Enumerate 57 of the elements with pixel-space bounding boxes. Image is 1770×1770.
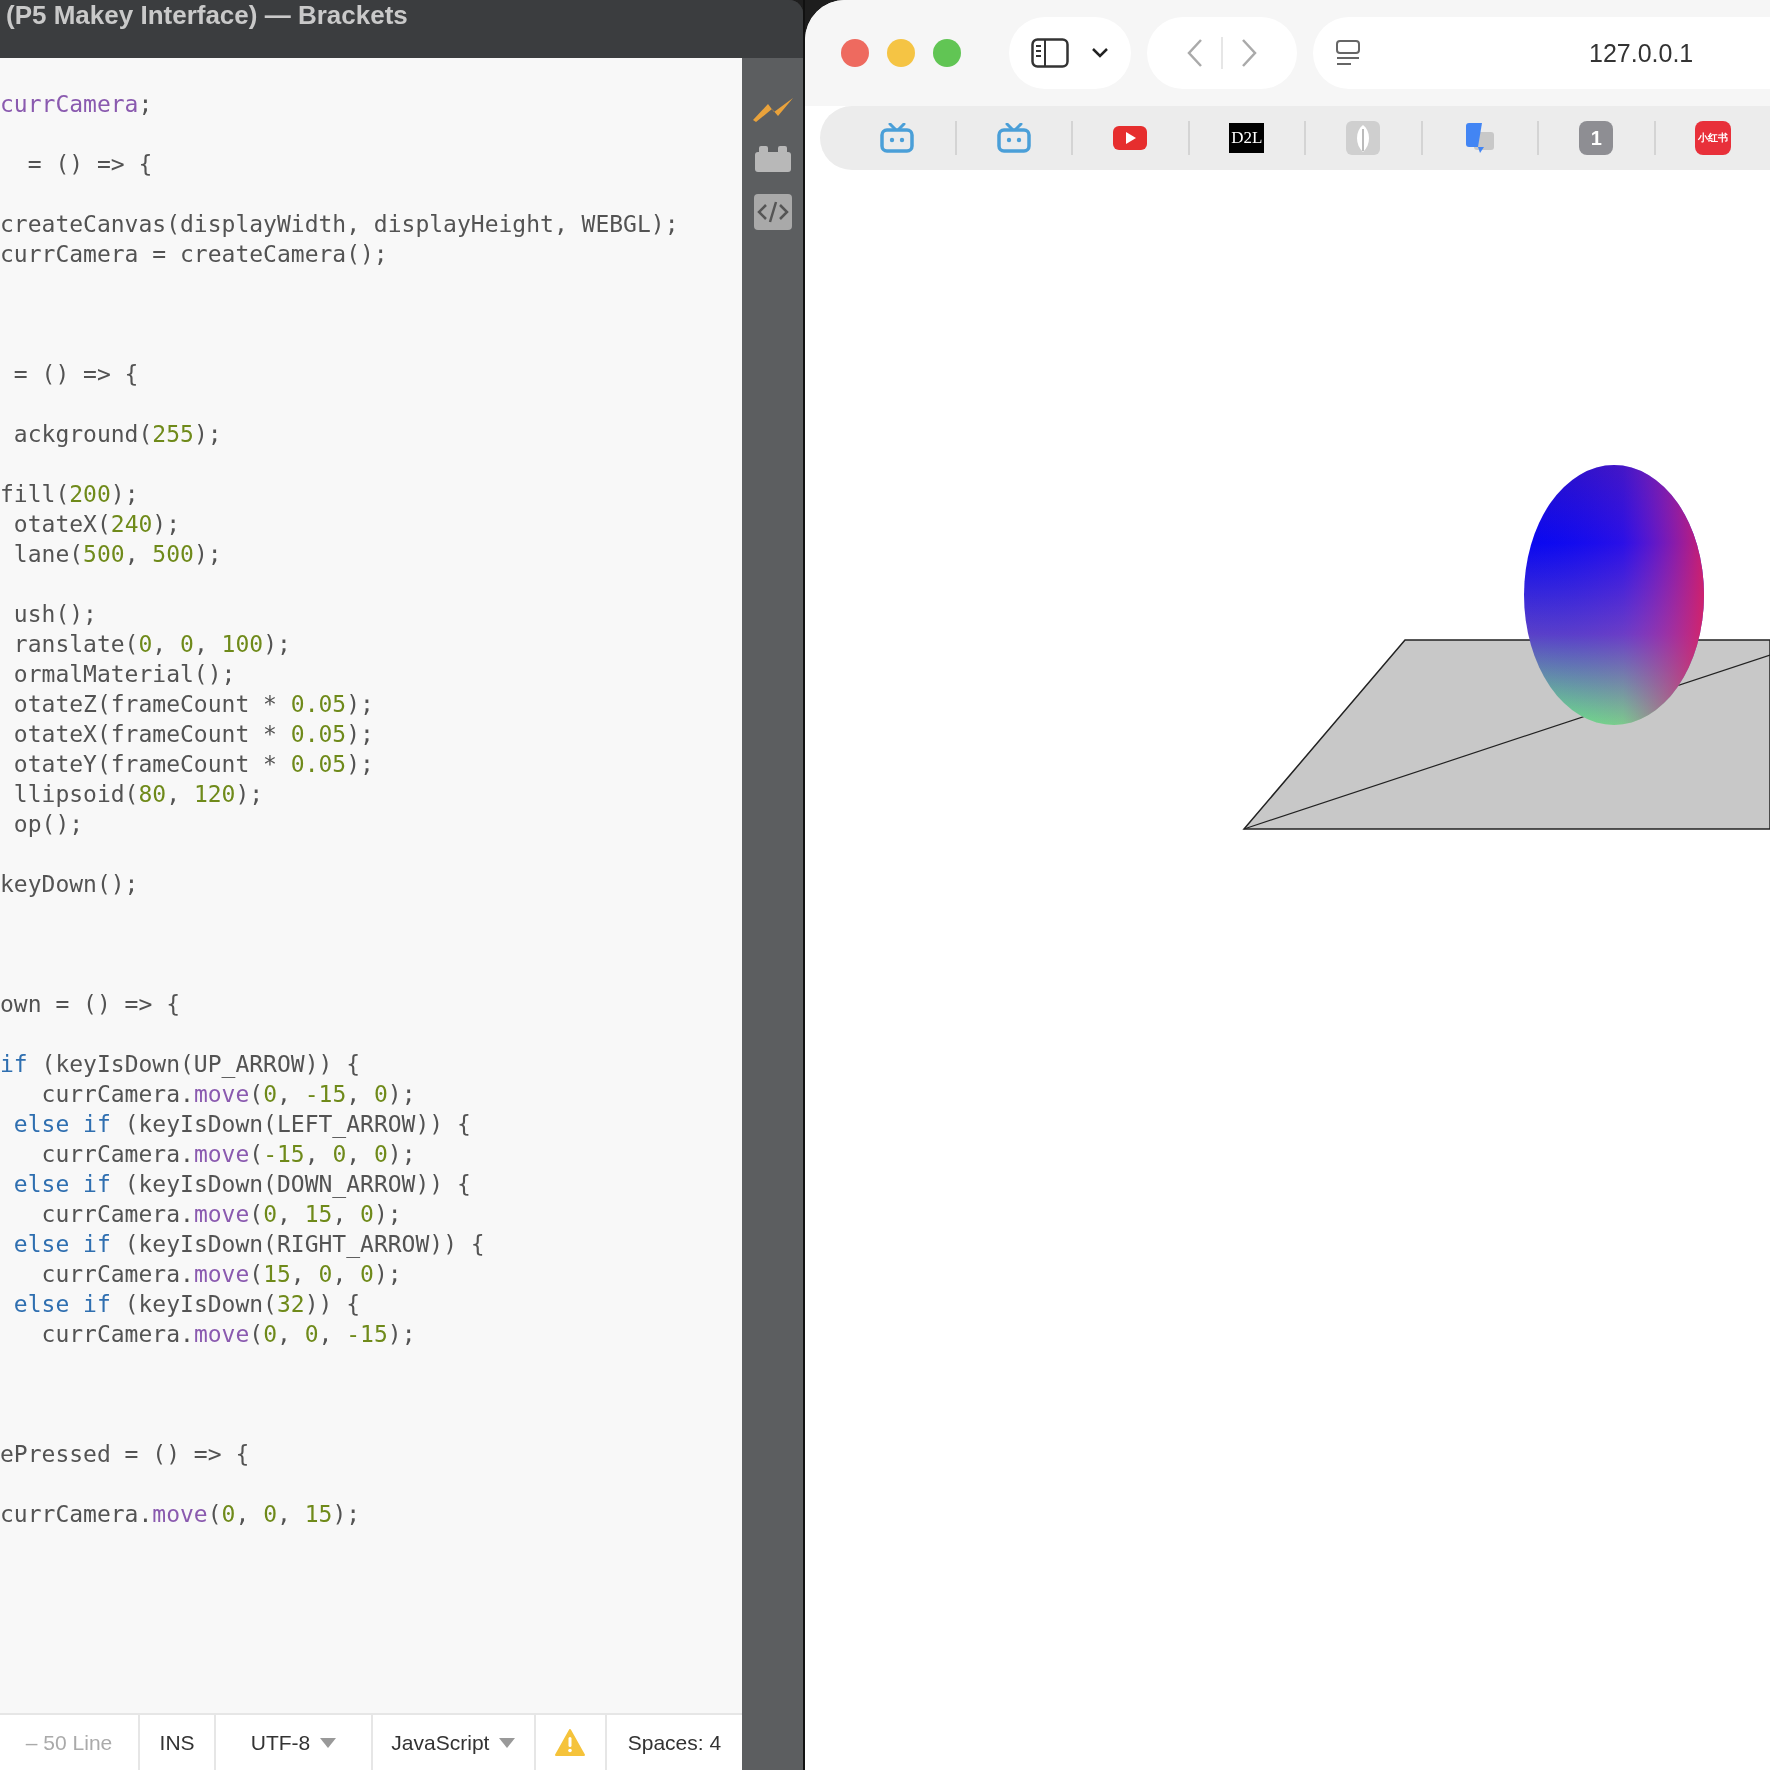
code-line: currCamera.move(0, 0, 15); xyxy=(0,1500,362,1529)
code-line: own = () => { xyxy=(0,990,181,1019)
code-line: keyDown(); xyxy=(0,870,140,899)
code-line: currCamera.move(0, 0, -15); xyxy=(40,1320,417,1349)
play-icon[interactable] xyxy=(1113,126,1148,150)
code-line: currCamera.move(-15, 0, 0); xyxy=(40,1140,417,1169)
status-dropdown[interactable]: JavaScript xyxy=(391,1730,490,1755)
code-line: otateX(240); xyxy=(12,510,182,539)
code-line: fill(200); xyxy=(0,480,140,509)
code-line: = () => { xyxy=(26,150,154,179)
status-dropdown[interactable]: UTF-8 xyxy=(250,1730,311,1755)
code-line: ePressed = () => { xyxy=(0,1440,251,1469)
code-line: currCamera.move(0, -15, 0); xyxy=(40,1080,417,1109)
code-line: createCanvas(displayWidth, displayHeight, WEBGL); xyxy=(0,210,680,239)
code-line: currCamera.move(15, 0, 0); xyxy=(40,1260,403,1289)
code-line: op(); xyxy=(12,810,85,839)
lightning-icon[interactable] xyxy=(751,96,794,122)
code-line: else if (keyIsDown(LEFT_ARROW)) { xyxy=(12,1110,472,1139)
maximize-button[interactable] xyxy=(933,39,961,67)
brick-icon[interactable] xyxy=(754,144,791,172)
code-line: if (keyIsDown(UP_ARROW)) { xyxy=(0,1050,362,1079)
code-line: else if (keyIsDown(32)) { xyxy=(12,1290,362,1319)
status-text: INS xyxy=(159,1730,195,1755)
status-text: Spaces: 4 xyxy=(627,1730,722,1755)
code-icon[interactable] xyxy=(753,194,792,230)
reader-icon[interactable] xyxy=(1335,39,1361,67)
caret-icon xyxy=(320,1737,337,1748)
code-line: else if (keyIsDown(DOWN_ARROW)) { xyxy=(12,1170,472,1199)
code-line: currCamera; xyxy=(0,90,154,119)
window-title: (P5 Makey Interface) — Brackets xyxy=(5,0,408,30)
d2l-logo[interactable]: D2L xyxy=(1229,123,1265,153)
bookmark-badge[interactable]: 小红书 xyxy=(1694,121,1731,155)
address-bar[interactable]: 127.0.0.1 xyxy=(1313,17,1770,89)
code-line: = () => { xyxy=(12,360,140,389)
warning-icon xyxy=(555,1729,586,1756)
close-button[interactable] xyxy=(841,39,869,67)
code-line: lane(500, 500); xyxy=(12,540,223,569)
code-line: ackground(255); xyxy=(12,420,223,449)
code-line: ush(); xyxy=(12,600,98,629)
chevron-down-icon[interactable] xyxy=(1091,47,1109,59)
tv-icon[interactable] xyxy=(996,123,1031,153)
code-line: else if (keyIsDown(RIGHT_ARROW)) { xyxy=(12,1230,486,1259)
translate-icon[interactable] xyxy=(1463,122,1496,154)
code-line: otateY(frameCount * 0.05); xyxy=(12,750,375,779)
caret-icon xyxy=(499,1737,516,1748)
code-line: currCamera = createCamera(); xyxy=(0,240,389,269)
code-line: ormalMaterial(); xyxy=(12,660,237,689)
code-line: currCamera.move(0, 15, 0); xyxy=(40,1200,403,1229)
tv-icon[interactable] xyxy=(880,123,915,153)
leaf-icon[interactable] xyxy=(1346,121,1381,155)
status-text: – 50 Line xyxy=(25,1730,113,1755)
code-line: otateX(frameCount * 0.05); xyxy=(12,720,375,749)
code-line: llipsoid(80, 120); xyxy=(12,780,265,809)
code-line: ranslate(0, 0, 100); xyxy=(12,630,292,659)
code-line: otateZ(frameCount * 0.05); xyxy=(12,690,375,719)
sidebar-icon[interactable] xyxy=(1031,38,1069,68)
address-text: 127.0.0.1 xyxy=(1589,38,1694,68)
